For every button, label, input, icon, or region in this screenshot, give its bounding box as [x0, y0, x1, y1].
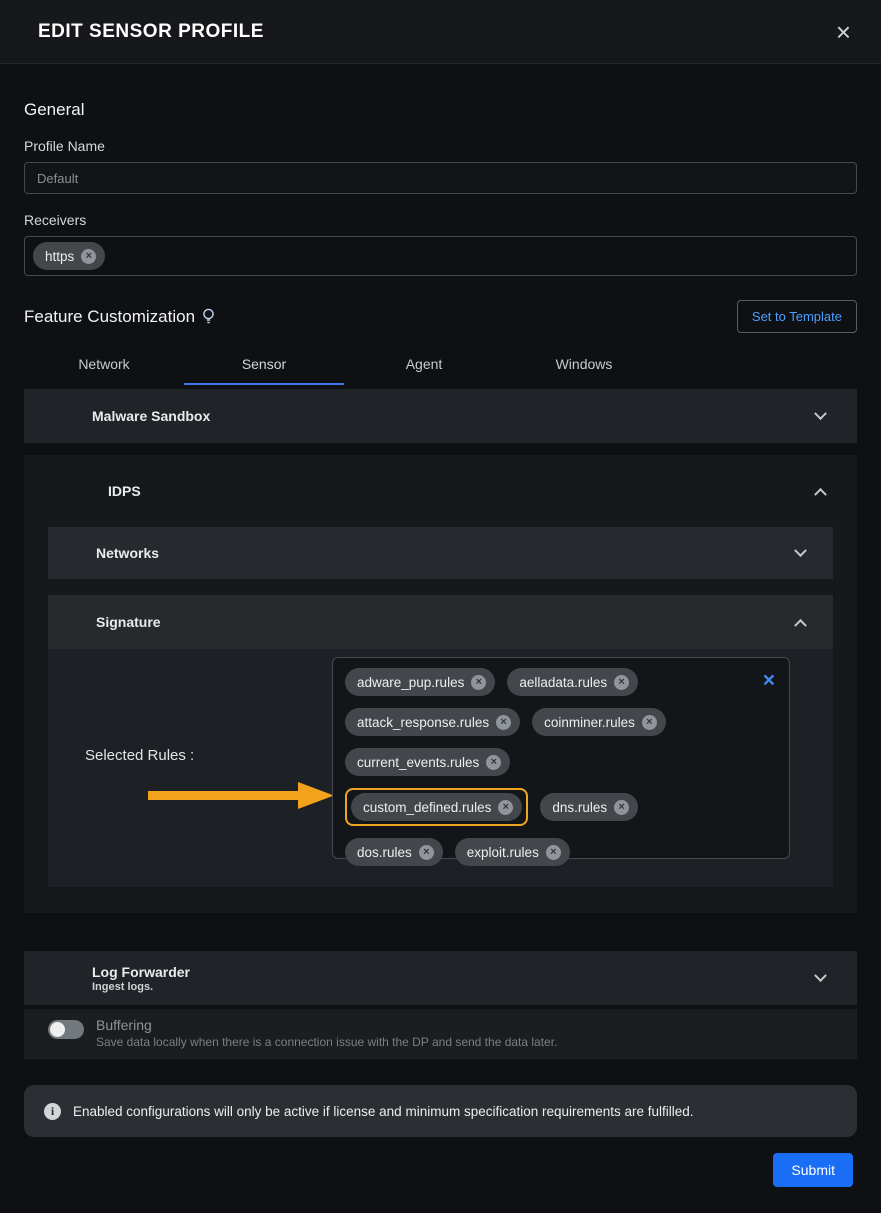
rule-chip: dns.rules ×	[540, 793, 638, 821]
accordion-log-forwarder[interactable]: Log Forwarder Ingest logs.	[24, 951, 857, 1005]
rule-chip: attack_response.rules ×	[345, 708, 520, 736]
buffering-label: Buffering	[96, 1017, 557, 1033]
modal-header: EDIT SENSOR PROFILE ×	[0, 0, 881, 64]
rule-chip: aelladata.rules ×	[507, 668, 638, 696]
buffering-toggle[interactable]	[48, 1020, 84, 1039]
log-forwarder-sublabel: Ingest logs.	[92, 981, 190, 993]
info-icon: i	[44, 1103, 61, 1120]
accordion-networks[interactable]: Networks	[48, 527, 833, 579]
tab-agent[interactable]: Agent	[344, 343, 504, 385]
feature-customization-heading: Feature Customization	[24, 307, 195, 327]
accordion-signature[interactable]: Signature	[48, 595, 833, 649]
tab-windows[interactable]: Windows	[504, 343, 664, 385]
rule-chip: coinminer.rules ×	[532, 708, 666, 736]
submit-button[interactable]: Submit	[773, 1153, 853, 1187]
set-to-template-button[interactable]: Set to Template	[737, 300, 857, 333]
close-icon[interactable]: ×	[836, 19, 851, 45]
signature-content: Selected Rules : × adware_pup.rules × ae…	[48, 649, 833, 887]
receiver-chip-label: https	[45, 249, 74, 264]
profile-name-input[interactable]	[24, 162, 857, 194]
buffering-row: Buffering Save data locally when there i…	[24, 1009, 857, 1059]
chevron-down-icon	[794, 544, 807, 557]
modal-body: General Profile Name Receivers https × F…	[0, 64, 881, 1213]
rule-chip: current_events.rules ×	[345, 748, 510, 776]
lightbulb-icon	[202, 308, 215, 326]
malware-sandbox-label: Malware Sandbox	[92, 408, 210, 424]
clear-selection-icon[interactable]: ×	[763, 670, 775, 691]
rule-chip: dos.rules ×	[345, 838, 443, 866]
remove-icon[interactable]: ×	[471, 675, 486, 690]
idps-panel: IDPS Networks Signature Selected Rules :…	[24, 455, 857, 913]
selected-rules-multiselect[interactable]: × adware_pup.rules × aelladata.rules ×	[332, 657, 790, 859]
general-heading: General	[24, 100, 857, 120]
remove-icon[interactable]: ×	[419, 845, 434, 860]
rule-chip: adware_pup.rules ×	[345, 668, 495, 696]
remove-icon[interactable]: ×	[498, 800, 513, 815]
modal-title: EDIT SENSOR PROFILE	[38, 21, 264, 43]
rule-chip-highlighted: custom_defined.rules ×	[351, 793, 522, 821]
remove-icon[interactable]: ×	[546, 845, 561, 860]
chevron-down-icon	[814, 969, 827, 982]
info-bar: i Enabled configurations will only be ac…	[24, 1085, 857, 1137]
receivers-field[interactable]: https ×	[24, 236, 857, 276]
accordion-idps[interactable]: IDPS	[24, 455, 857, 527]
chevron-up-icon	[794, 618, 807, 631]
remove-icon[interactable]: ×	[614, 675, 629, 690]
chevron-down-icon	[814, 407, 827, 420]
remove-icon[interactable]: ×	[614, 800, 629, 815]
feature-tabs: Network Sensor Agent Windows	[24, 343, 857, 385]
remove-icon[interactable]: ×	[81, 249, 96, 264]
log-forwarder-label: Log Forwarder	[92, 964, 190, 980]
rule-chip: exploit.rules ×	[455, 838, 570, 866]
highlight-box: custom_defined.rules ×	[345, 788, 528, 826]
profile-name-label: Profile Name	[24, 138, 857, 154]
tab-network[interactable]: Network	[24, 343, 184, 385]
remove-icon[interactable]: ×	[642, 715, 657, 730]
remove-icon[interactable]: ×	[486, 755, 501, 770]
receiver-chip: https ×	[33, 242, 105, 270]
networks-label: Networks	[96, 545, 159, 561]
idps-label: IDPS	[108, 483, 141, 499]
selected-rules-label: Selected Rules :	[85, 747, 194, 764]
buffering-description: Save data locally when there is a connec…	[96, 1035, 557, 1049]
remove-icon[interactable]: ×	[496, 715, 511, 730]
receivers-label: Receivers	[24, 212, 857, 228]
orange-arrow-icon	[148, 775, 334, 815]
signature-section: Signature Selected Rules : × adware_pup.…	[48, 595, 833, 887]
signature-label: Signature	[96, 614, 161, 630]
chevron-up-icon	[814, 487, 827, 500]
info-text: Enabled configurations will only be acti…	[73, 1104, 694, 1119]
accordion-malware-sandbox[interactable]: Malware Sandbox	[24, 389, 857, 443]
tab-sensor[interactable]: Sensor	[184, 343, 344, 385]
